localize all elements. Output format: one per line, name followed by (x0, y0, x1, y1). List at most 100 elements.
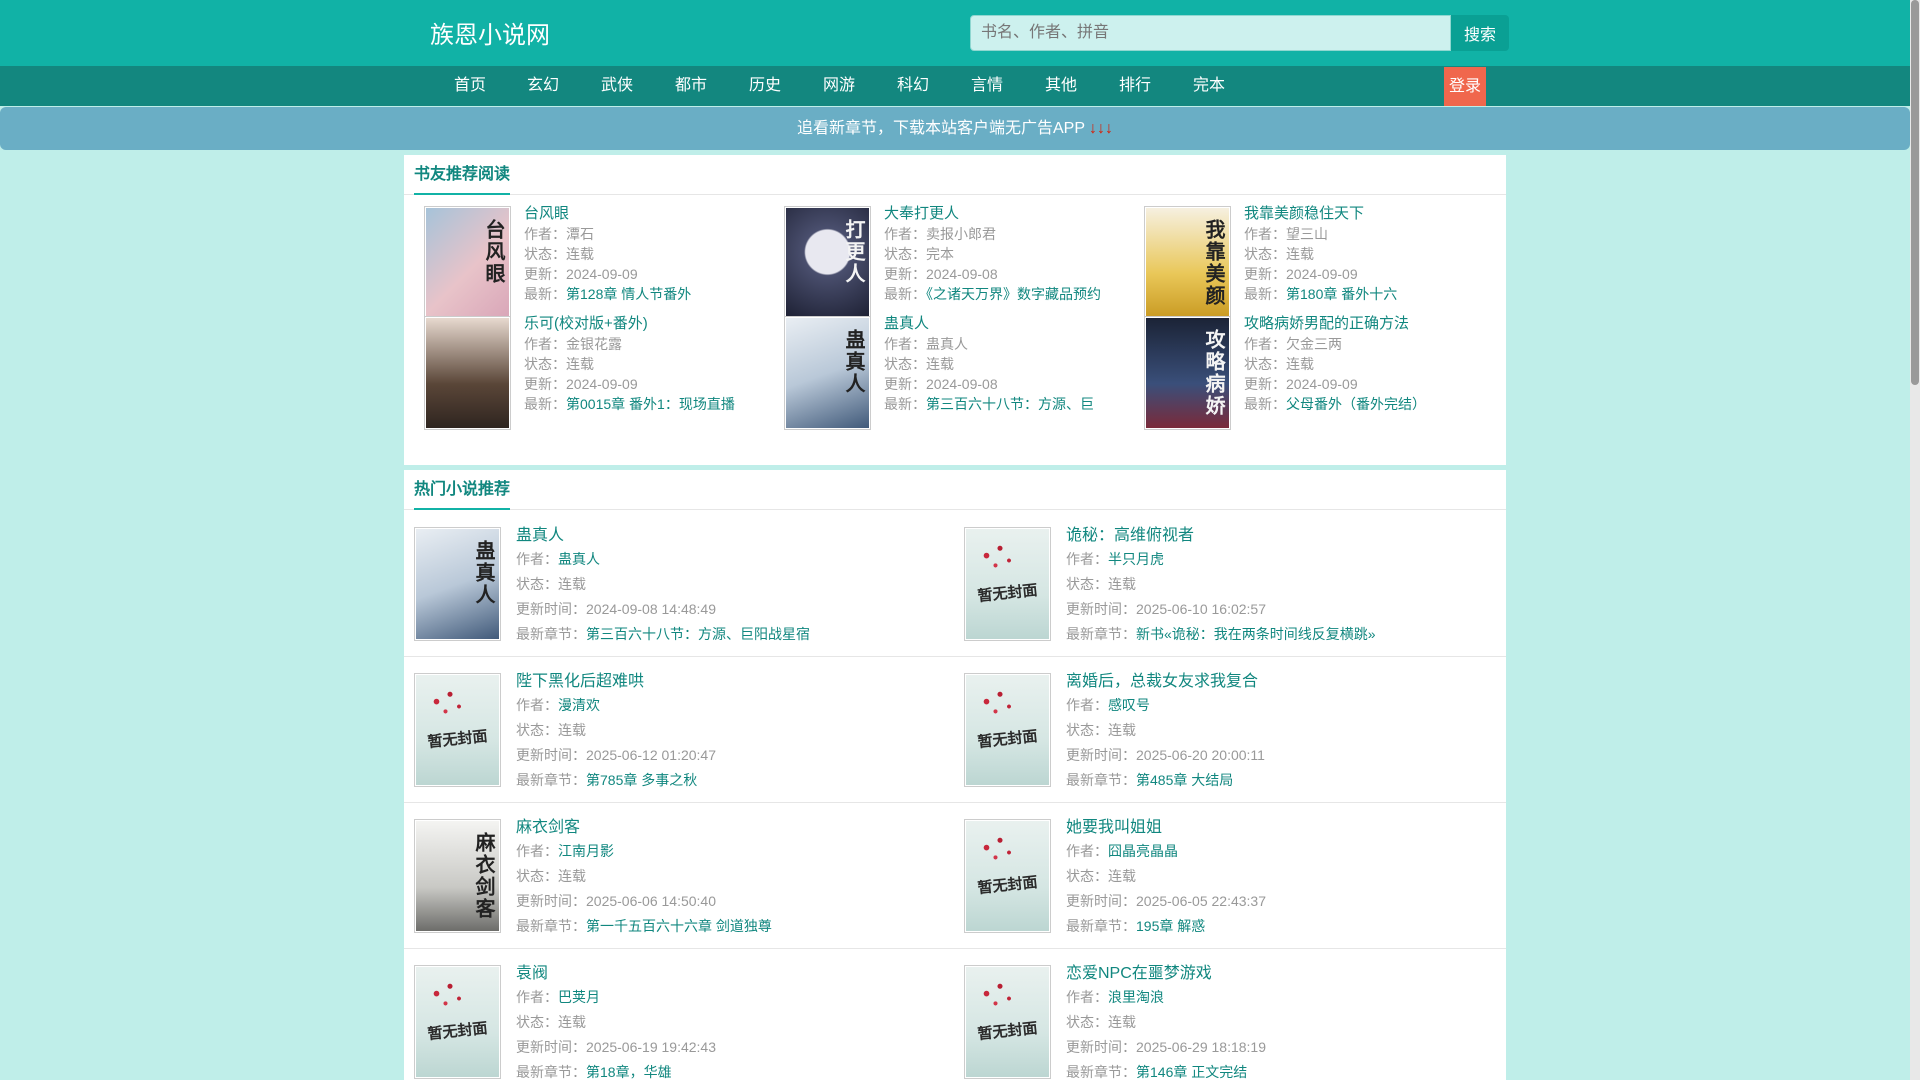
book-cover-image[interactable]: 打更人 (784, 206, 871, 320)
field-value[interactable]: 第128章 情人节番外 (566, 286, 691, 302)
field-value[interactable]: 漫清欢 (558, 697, 600, 713)
field-value[interactable]: 第一千五百六十六章 剑道独尊 (586, 918, 772, 934)
field-value[interactable]: 《之诸天万界》数字藏品预约 (926, 286, 1101, 302)
book-title-link[interactable]: 我靠美颜稳住天下 (1244, 204, 1484, 224)
field-value[interactable]: 江南月影 (558, 843, 614, 859)
field-value[interactable]: 第485章 大结局 (1136, 772, 1233, 788)
field-value[interactable]: 第0015章 番外1：现场直播 (566, 396, 735, 412)
nav-item[interactable]: 言情 (952, 66, 1022, 106)
hot-book: 蛊真人 蛊真人 作者：蛊真人 状态：连载 更新时间：2024-09-08 14:48:4… (404, 511, 954, 657)
field-label: 作者： (884, 336, 926, 352)
book-cover-image[interactable]: 麻衣剑客 (414, 819, 501, 933)
field-value[interactable]: 半只月虎 (1108, 551, 1164, 567)
field-label: 最新章节： (1066, 626, 1136, 642)
book-title-link[interactable]: 离婚后，总裁女友求我复合 (1066, 671, 1496, 693)
field-value[interactable]: 第785章 多事之秋 (586, 772, 697, 788)
field-value: 蛊真人 (926, 336, 968, 352)
book-title-link[interactable]: 蛊真人 (516, 525, 946, 547)
search-button[interactable]: 搜索 (1451, 15, 1509, 51)
book-title-link[interactable]: 陛下黑化后超难哄 (516, 671, 946, 693)
nav-item[interactable]: 历史 (730, 66, 800, 106)
field-label: 更新： (1244, 376, 1286, 392)
field-value[interactable]: 新书«诡秘：我在两条时间线反复横跳» (1136, 626, 1376, 642)
field-value: 金银花露 (566, 336, 622, 352)
recommend-book: 打更人 大奉打更人 作者：卖报小郎君 状态：完本 更新：2024-09-08 最新：《之诸… (764, 196, 1124, 320)
book-title-link[interactable]: 诡秘：高维俯视者 (1066, 525, 1496, 547)
field-label: 状态： (1066, 722, 1108, 738)
field-value[interactable]: 第146章 正文完结 (1136, 1064, 1247, 1080)
field-label: 状态： (1066, 576, 1108, 592)
book-title-link[interactable]: 蛊真人 (884, 314, 1124, 334)
book-cover-image[interactable]: 暂无封面 (964, 819, 1051, 933)
field-value: 连载 (558, 1014, 586, 1030)
field-label: 更新： (884, 266, 926, 282)
field-value[interactable]: 巴荚月 (558, 989, 600, 1005)
book-title-link[interactable]: 台风眼 (524, 204, 764, 224)
hot-row: 暂无封面 陛下黑化后超难哄 作者：漫清欢 状态：连载 更新时间：2025-06-12 0… (404, 657, 1506, 803)
book-cover-image[interactable]: 台风眼 (424, 206, 511, 320)
book-title-link[interactable]: 她要我叫姐姐 (1066, 817, 1496, 839)
field-value[interactable]: 蛊真人 (558, 551, 600, 567)
field-label: 更新时间： (516, 747, 586, 763)
book-cover-image[interactable]: 暂无封面 (964, 527, 1051, 641)
book-cover-image[interactable] (424, 316, 511, 430)
field-label: 作者： (1066, 551, 1108, 567)
nav-item[interactable]: 首页 (435, 66, 505, 106)
hot-row: 暂无封面 袁阀 作者：巴荚月 状态：连载 更新时间：2025-06-19 19:42:4… (404, 949, 1506, 1080)
book-cover-image[interactable]: 暂无封面 (414, 965, 501, 1079)
scrollbar-thumb[interactable] (1911, 0, 1919, 385)
field-value[interactable]: 195章 解惑 (1136, 918, 1205, 934)
hot-book: 暂无封面 诡秘：高维俯视者 作者：半只月虎 状态：连载 更新时间：2025-06-10 … (954, 511, 1504, 657)
field-value[interactable]: 父母番外（番外完结） (1286, 396, 1426, 412)
book-title-link[interactable]: 攻略病娇男配的正确方法 (1244, 314, 1484, 334)
search-input[interactable] (970, 15, 1451, 51)
field-value[interactable]: 感叹号 (1108, 697, 1150, 713)
field-value: 连载 (558, 868, 586, 884)
book-cover-image[interactable]: 蛊真人 (784, 316, 871, 430)
book-cover-image[interactable]: 暂无封面 (964, 673, 1051, 787)
banner-text: 追看新章节，下载本站客户端无广告APP (796, 120, 1086, 137)
nav-item[interactable]: 科幻 (878, 66, 948, 106)
site-header: 族恩小说网 搜索 (0, 0, 1920, 66)
book-cover-image[interactable]: 我靠美颜 (1144, 206, 1231, 320)
book-title-link[interactable]: 乐可(校对版+番外) (524, 314, 764, 334)
field-value: 连载 (1286, 356, 1314, 372)
hot-book: 暂无封面 她要我叫姐姐 作者：囧晶亮晶晶 状态：连载 更新时间：2025-06-05 2… (954, 803, 1504, 949)
field-value: 连载 (1108, 576, 1136, 592)
field-value[interactable]: 囧晶亮晶晶 (1108, 843, 1178, 859)
nav-item[interactable]: 完本 (1174, 66, 1244, 106)
field-value[interactable]: 第18章，华雄 (586, 1064, 672, 1080)
nav-item[interactable]: 排行 (1100, 66, 1170, 106)
login-button[interactable]: 登录 (1444, 67, 1486, 106)
field-label: 更新时间： (1066, 1039, 1136, 1055)
book-cover-image[interactable]: 蛊真人 (414, 527, 501, 641)
nav-item[interactable]: 玄幻 (508, 66, 578, 106)
field-value: 2025-06-10 16:02:57 (1136, 601, 1266, 617)
field-label: 最新章节： (516, 918, 586, 934)
nav-item[interactable]: 网游 (804, 66, 874, 106)
field-value[interactable]: 第180章 番外十六 (1286, 286, 1397, 302)
field-label: 作者： (524, 336, 566, 352)
field-value[interactable]: 第三百六十八节：方源、巨 (926, 396, 1094, 412)
book-title-link[interactable]: 麻衣剑客 (516, 817, 946, 839)
field-label: 状态： (516, 868, 558, 884)
field-value: 2025-06-06 14:50:40 (586, 893, 716, 909)
field-value: 2024-09-09 (1286, 266, 1358, 282)
site-logo[interactable]: 族恩小说网 (430, 15, 550, 50)
book-cover-image[interactable]: 暂无封面 (414, 673, 501, 787)
field-value: 连载 (558, 576, 586, 592)
field-label: 更新： (524, 266, 566, 282)
book-title-link[interactable]: 恋爱NPC在噩梦游戏 (1066, 963, 1496, 985)
book-title-link[interactable]: 袁阀 (516, 963, 946, 985)
nav-item[interactable]: 其他 (1026, 66, 1096, 106)
nav-item[interactable]: 武侠 (582, 66, 652, 106)
page-scrollbar[interactable] (1910, 0, 1920, 1080)
recommend-book: 我靠美颜 我靠美颜稳住天下 作者：望三山 状态：连载 更新：2024-09-09 最新：第… (1124, 196, 1484, 320)
book-cover-image[interactable]: 暂无封面 (964, 965, 1051, 1079)
book-cover-image[interactable]: 攻略病娇 (1144, 316, 1231, 430)
app-download-banner[interactable]: 追看新章节，下载本站客户端无广告APP ↓↓↓ (0, 107, 1910, 150)
book-title-link[interactable]: 大奉打更人 (884, 204, 1124, 224)
nav-item[interactable]: 都市 (656, 66, 726, 106)
field-value[interactable]: 浪里淘浪 (1108, 989, 1164, 1005)
field-value[interactable]: 第三百六十八节：方源、巨阳战星宿 (586, 626, 810, 642)
